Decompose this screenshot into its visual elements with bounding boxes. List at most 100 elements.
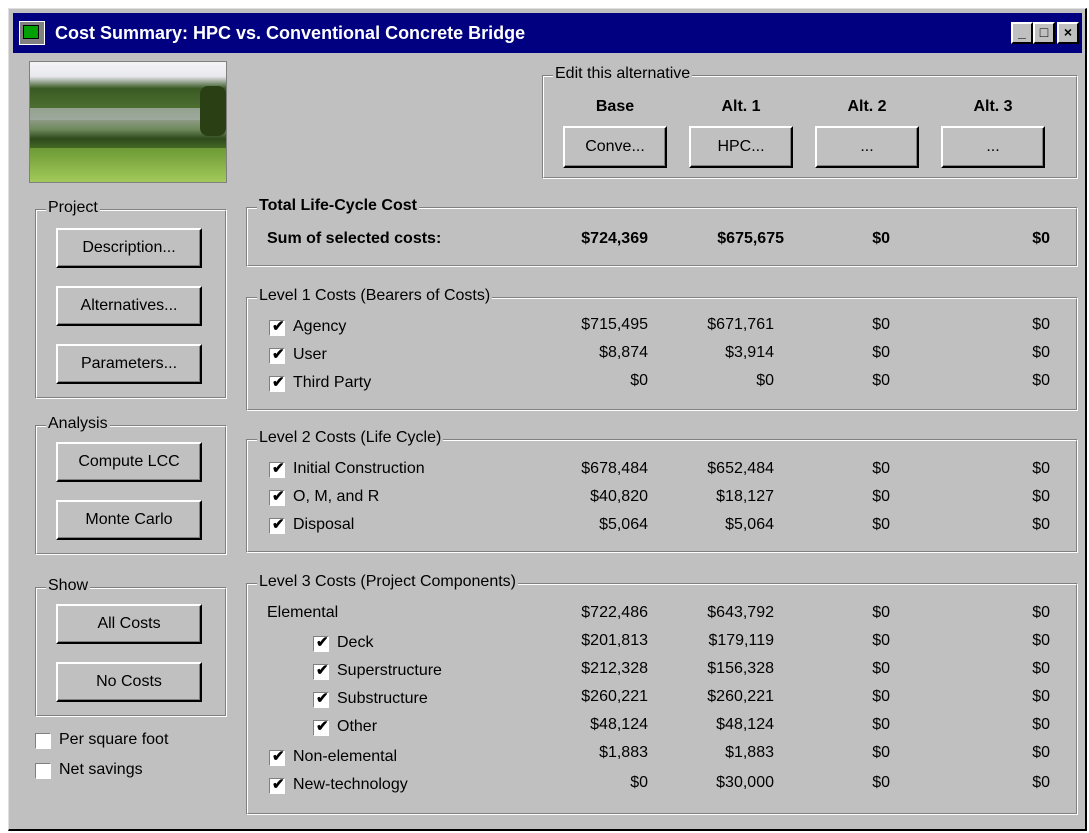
net-savings-checkbox[interactable] [35,763,51,779]
check-icon: ✔ [316,718,329,735]
new-technology-alt3: $0 [1032,774,1050,791]
deck-alt3: $0 [1032,632,1050,649]
check-icon: ✔ [272,346,285,363]
user-alt1: $3,914 [725,344,774,361]
col-header-alt1: Alt. 1 [721,98,761,115]
substructure-checkbox[interactable]: ✔ [313,690,329,708]
check-icon: ✔ [272,318,285,335]
third-party-alt1: $0 [756,372,774,389]
show-group: Show All Costs No Costs [35,577,227,717]
compute-lcc-button[interactable]: Compute LCC [56,442,202,482]
show-legend: Show [46,577,91,595]
superstructure-base: $212,328 [581,660,648,677]
non-elemental-alt1: $1,883 [725,744,774,761]
deck-base: $201,813 [581,632,648,649]
total-value-alt2: $0 [872,230,890,247]
check-icon: ✔ [272,776,285,793]
user-base: $8,874 [599,344,648,361]
agency-checkbox[interactable]: ✔ [269,318,285,336]
substructure-alt3: $0 [1032,688,1050,705]
title-bar[interactable]: Cost Summary: HPC vs. Conventional Concr… [13,13,1082,53]
third-party-alt3: $0 [1032,372,1050,389]
omr-alt3: $0 [1032,488,1050,505]
level3-group: Level 3 Costs (Project Components) Eleme… [246,573,1078,815]
superstructure-alt1: $156,328 [707,660,774,677]
bridge-deck-shape [30,108,226,120]
edit-alt2-button[interactable]: ... [815,126,919,168]
user-label: User [293,346,327,363]
non-elemental-base: $1,883 [599,744,648,761]
total-lcc-legend: Total Life-Cycle Cost [257,197,419,215]
check-icon: ✔ [272,460,285,477]
description-button[interactable]: Description... [56,228,202,268]
bridge-photo [29,61,227,183]
omr-checkbox[interactable]: ✔ [269,488,285,506]
cost-summary-window: Cost Summary: HPC vs. Conventional Concr… [8,8,1087,831]
other-alt1: $48,124 [716,716,774,733]
user-alt2: $0 [872,344,890,361]
project-group: Project Description... Alternatives... P… [35,199,227,399]
omr-alt2: $0 [872,488,890,505]
superstructure-checkbox[interactable]: ✔ [313,662,329,680]
agency-alt1: $671,761 [707,316,774,333]
analysis-group: Analysis Compute LCC Monte Carlo [35,415,227,555]
other-checkbox[interactable]: ✔ [313,718,329,736]
level1-group: Level 1 Costs (Bearers of Costs) ✔ Agenc… [246,287,1078,411]
elemental-label: Elemental [267,604,339,621]
edit-alt1-button[interactable]: HPC... [689,126,793,168]
col-header-base: Base [595,98,635,115]
grass-shape [30,148,226,182]
net-savings-label: Net savings [59,761,143,778]
non-elemental-alt2: $0 [872,744,890,761]
deck-label: Deck [337,634,374,651]
total-value-alt3: $0 [1032,230,1050,247]
close-button[interactable]: × [1057,22,1079,44]
other-label: Other [337,718,378,735]
agency-base: $715,495 [581,316,648,333]
other-alt2: $0 [872,716,890,733]
substructure-alt1: $260,221 [707,688,774,705]
initial-construction-alt1: $652,484 [707,460,774,477]
check-icon: ✔ [316,634,329,651]
level2-legend: Level 2 Costs (Life Cycle) [257,429,444,447]
disposal-alt1: $5,064 [725,516,774,533]
disposal-checkbox[interactable]: ✔ [269,516,285,534]
maximize-button[interactable]: □ [1033,22,1055,44]
deck-checkbox[interactable]: ✔ [313,634,329,652]
omr-label: O, M, and R [293,488,380,505]
all-costs-button[interactable]: All Costs [56,604,202,644]
non-elemental-checkbox[interactable]: ✔ [269,748,285,766]
new-technology-base: $0 [630,774,648,791]
elemental-alt2: $0 [872,604,890,621]
substructure-base: $260,221 [581,688,648,705]
per-square-foot-label: Per square foot [59,731,169,748]
agency-alt2: $0 [872,316,890,333]
other-alt3: $0 [1032,716,1050,733]
new-technology-checkbox[interactable]: ✔ [269,776,285,794]
per-square-foot-checkbox[interactable] [35,733,51,749]
agency-label: Agency [293,318,347,335]
omr-base: $40,820 [590,488,648,505]
tree-shape [200,86,226,136]
monte-carlo-button[interactable]: Monte Carlo [56,500,202,540]
initial-construction-checkbox[interactable]: ✔ [269,460,285,478]
superstructure-label: Superstructure [337,662,442,679]
user-checkbox[interactable]: ✔ [269,346,285,364]
non-elemental-alt3: $0 [1032,744,1050,761]
minimize-button[interactable]: _ [1011,22,1033,44]
edit-alt3-button[interactable]: ... [941,126,1045,168]
elemental-base: $722,486 [581,604,648,621]
no-costs-button[interactable]: No Costs [56,662,202,702]
disposal-alt3: $0 [1032,516,1050,533]
third-party-checkbox[interactable]: ✔ [269,374,285,392]
analysis-legend: Analysis [46,415,110,433]
substructure-label: Substructure [337,690,428,707]
check-icon: ✔ [272,748,285,765]
level3-legend: Level 3 Costs (Project Components) [257,573,518,591]
alternatives-button[interactable]: Alternatives... [56,286,202,326]
total-label: Sum of selected costs: [267,230,442,247]
substructure-alt2: $0 [872,688,890,705]
omr-alt1: $18,127 [716,488,774,505]
parameters-button[interactable]: Parameters... [56,344,202,384]
edit-base-button[interactable]: Conve... [563,126,667,168]
